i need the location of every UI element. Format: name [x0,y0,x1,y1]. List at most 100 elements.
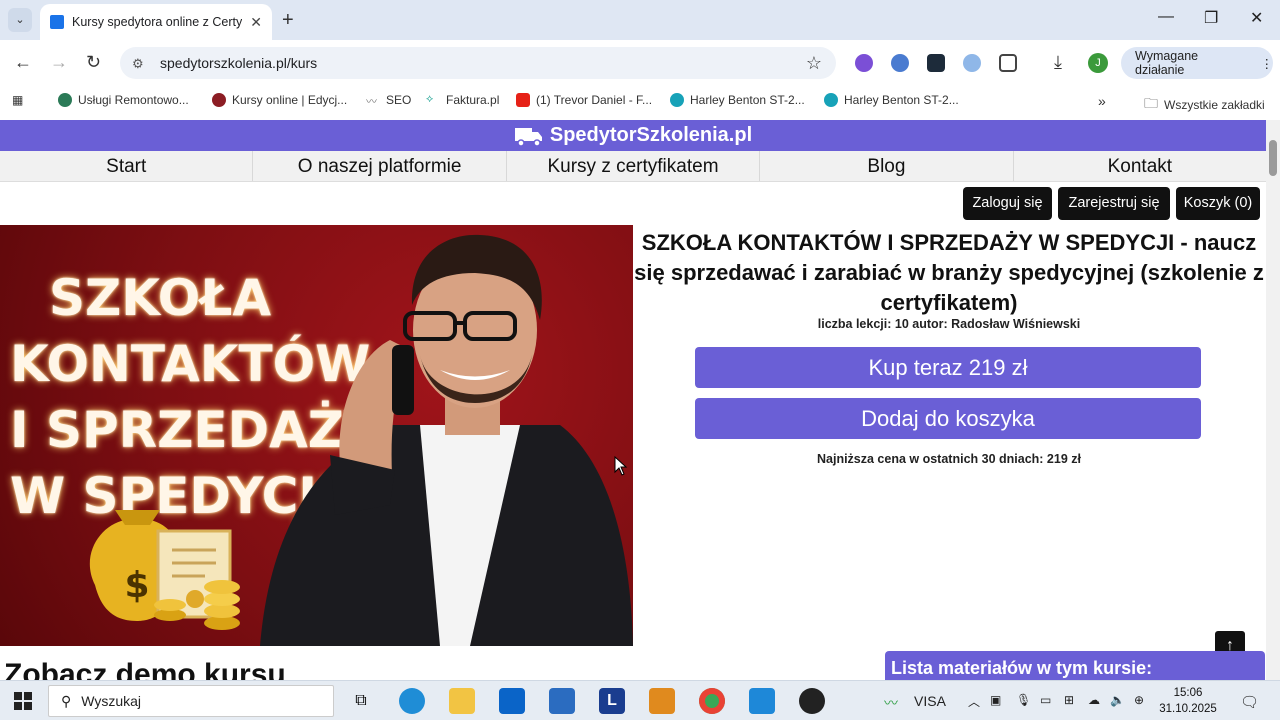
app-l-icon[interactable]: L [599,688,625,714]
battery-icon[interactable]: ▭ [1040,693,1051,707]
taskbar-search[interactable]: ⚲ Wyszukaj [48,685,334,717]
svg-text:$: $ [124,565,149,606]
bookmark-star-icon[interactable]: ☆ [806,53,822,74]
close-tab-icon[interactable]: ✕ [250,14,262,31]
language-icon[interactable]: ⊕ [1134,693,1144,707]
volume-icon[interactable]: 🔈 [1110,693,1125,707]
store-icon[interactable] [549,688,575,714]
bookmark-label: Kursy online | Edycj... [232,93,348,107]
bookmark-label: Harley Benton ST-2... [690,93,805,107]
reload-icon[interactable]: ↻ [86,51,101,73]
bookmark-label: Harley Benton ST-2... [844,93,959,107]
address-bar[interactable]: ⚙ spedytorszkolenia.pl/kurs ☆ [120,47,836,79]
tray-app-icon[interactable]: ▣ [990,693,1001,707]
site-favicon-icon [50,15,64,29]
kebab-menu-icon[interactable]: ⋮ [1261,56,1274,71]
minimize-icon[interactable]: — [1158,8,1174,26]
extensions-puzzle-icon[interactable] [999,54,1017,72]
course-hero-image: SZKOŁA KONTAKTÓW I SPRZEDAŻY W SPEDYCJI [0,225,633,646]
search-icon: ⚲ [61,692,72,709]
site-logo-text[interactable]: SpedytorSzkolenia.pl [550,124,752,147]
truck-icon [514,127,542,147]
bookmark-item[interactable]: (1) Trevor Daniel - F... [516,93,652,107]
main-nav: Start O naszej platformie Kursy z certyf… [0,151,1266,182]
outlook-icon[interactable] [499,688,525,714]
register-button[interactable]: Zarejestruj się [1058,187,1170,220]
bookmark-label: (1) Trevor Daniel - F... [536,93,653,107]
cloud-icon[interactable]: ☁ [1088,693,1100,707]
seo-chart-icon: 〰 [366,96,377,108]
action-required-label: Wymagane działanie [1135,49,1199,77]
scrollbar-thumb[interactable] [1269,140,1277,176]
course-meta: liczba lekcji: 10 autor: Radosław Wiśnie… [817,317,1081,331]
notifications-icon[interactable]: 🗨 [1240,693,1259,711]
extension-react-icon[interactable] [927,54,945,72]
page-scrollbar[interactable] [1266,120,1280,680]
bookmark-item[interactable]: ⟡ Faktura.pl [426,93,499,107]
tab-search-icon[interactable]: ⌄ [8,8,32,32]
file-explorer-icon[interactable] [449,688,475,714]
tray-chevron-icon[interactable]: ︿ [968,693,980,710]
login-button[interactable]: Zaloguj się [963,187,1052,220]
profile-avatar[interactable]: J [1088,53,1108,73]
more-bookmarks-icon[interactable]: » [1098,93,1106,109]
thomann-icon [670,93,684,107]
visa-label: VISA [914,693,946,709]
extension-circle-icon[interactable] [963,54,981,72]
active-tab[interactable]: Kursy spedytora online z Certyfi ✕ [40,4,272,40]
edge-icon[interactable] [399,688,425,714]
add-to-cart-button[interactable]: Dodaj do koszyka [695,398,1201,439]
bookmark-label: Usługi Remontowo... [78,93,189,107]
nav-blog[interactable]: Blog [760,151,1014,181]
chrome-icon[interactable] [699,688,725,714]
nav-courses[interactable]: Kursy z certyfikatem [507,151,761,181]
browser-toolbar: ← → ↻ ⚙ spedytorszkolenia.pl/kurs ☆ ⤓ J … [0,40,1280,86]
microphone-icon[interactable]: 🎙 [1016,693,1031,707]
action-required-button[interactable]: Wymagane działanie ⋮ [1121,47,1273,79]
nav-start[interactable]: Start [0,151,254,181]
back-icon[interactable]: ← [14,51,32,73]
display-icon[interactable]: ⊞ [1064,693,1074,707]
windows-start-icon[interactable] [14,692,32,710]
bookmark-item[interactable]: 〰 SEO [366,93,412,108]
forward-icon[interactable]: → [50,51,68,73]
folder-icon: 🗀 [1144,95,1158,111]
vscode-icon[interactable] [749,688,775,714]
apps-grid-icon[interactable]: ▦ [12,93,23,107]
olx-icon [58,93,72,107]
faktura-icon: ⟡ [426,93,434,105]
new-tab-icon[interactable]: + [282,8,294,32]
bookmarks-bar: ▦ Usługi Remontowo... Kursy online | Edy… [0,86,1280,116]
clock-time: 15:06 [1173,687,1203,699]
youtube-icon [516,93,530,107]
bookmark-item[interactable]: Usługi Remontowo... [58,93,189,107]
extension-globe-icon[interactable] [891,54,909,72]
bookmark-item[interactable]: Kursy online | Edycj... [212,93,347,107]
thomann-icon [824,93,838,107]
nav-about[interactable]: O naszej platformie [253,151,507,181]
demo-heading: Zobacz demo kursu [4,658,286,680]
buy-now-button[interactable]: Kup teraz 219 zł [695,347,1201,388]
mouse-cursor-icon [614,456,628,476]
bookmark-item[interactable]: Harley Benton ST-2... [670,93,805,107]
downloads-icon[interactable]: ⤓ [1054,51,1062,73]
site-info-icon[interactable]: ⚙ [132,56,148,71]
all-bookmarks-folder[interactable]: 🗀 Wszystkie zakładki [1144,93,1265,117]
bookmark-label: SEO [386,93,412,107]
close-window-icon[interactable]: ✕ [1250,8,1263,28]
bookmark-item[interactable]: Harley Benton ST-2... [824,93,959,107]
visa-chart-icon: 〰 [884,695,898,711]
lowest-price-note: Najniższa cena w ostatnich 30 dniach: 21… [817,452,1081,466]
taskbar-clock[interactable]: 15:06 31.10.2025 [1158,685,1218,717]
web-page: SpedytorSzkolenia.pl Start O naszej plat… [0,120,1266,680]
cart-button[interactable]: Koszyk (0) [1176,187,1260,220]
task-view-icon[interactable]: ⧉ [348,688,374,714]
restore-icon[interactable]: ❐ [1204,8,1218,28]
bookmark-label: Faktura.pl [446,93,500,107]
course-title: SZKOŁA KONTAKTÓW I SPRZEDAŻY W SPEDYCJI … [634,230,1264,315]
obs-icon[interactable] [799,688,825,714]
hero-illustration: $ [89,234,633,646]
nav-contact[interactable]: Kontakt [1014,151,1266,181]
extension-gear-icon[interactable] [855,54,873,72]
paint-app-icon[interactable] [649,688,675,714]
